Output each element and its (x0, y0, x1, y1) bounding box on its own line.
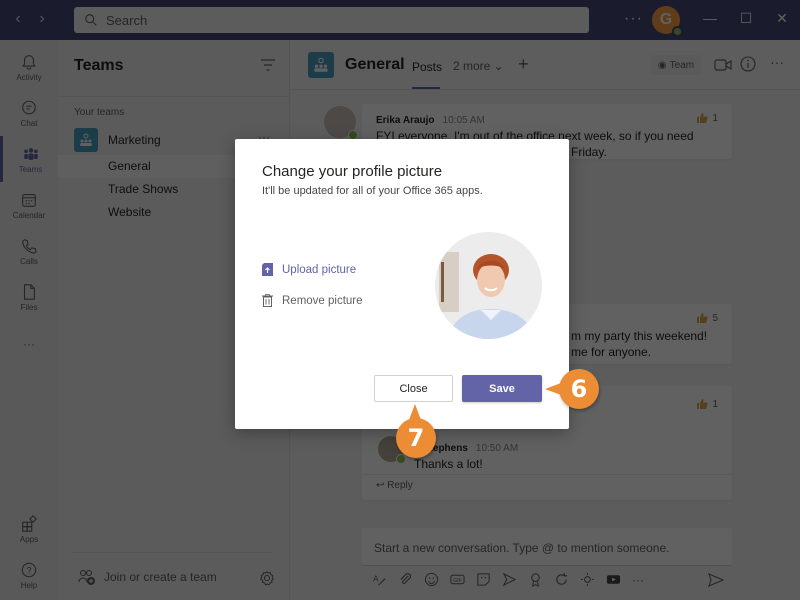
trash-icon (262, 294, 273, 307)
close-button[interactable]: Close (374, 375, 453, 402)
save-button[interactable]: Save (462, 375, 542, 402)
dialog-title: Change your profile picture (262, 163, 443, 180)
upload-file-icon (262, 263, 273, 276)
upload-picture-link[interactable]: Upload picture (262, 263, 356, 276)
profile-picture-preview (435, 232, 542, 339)
remove-picture-link[interactable]: Remove picture (262, 294, 363, 307)
remove-picture-label: Remove picture (282, 294, 363, 307)
step-callout-6: 6 (545, 369, 599, 409)
step-callout-7: 7 (396, 404, 436, 458)
upload-picture-label: Upload picture (282, 263, 357, 276)
dialog-subtitle: It'll be updated for all of your Office … (262, 185, 483, 197)
change-profile-picture-dialog: Change your profile picture It'll be upd… (235, 139, 569, 429)
